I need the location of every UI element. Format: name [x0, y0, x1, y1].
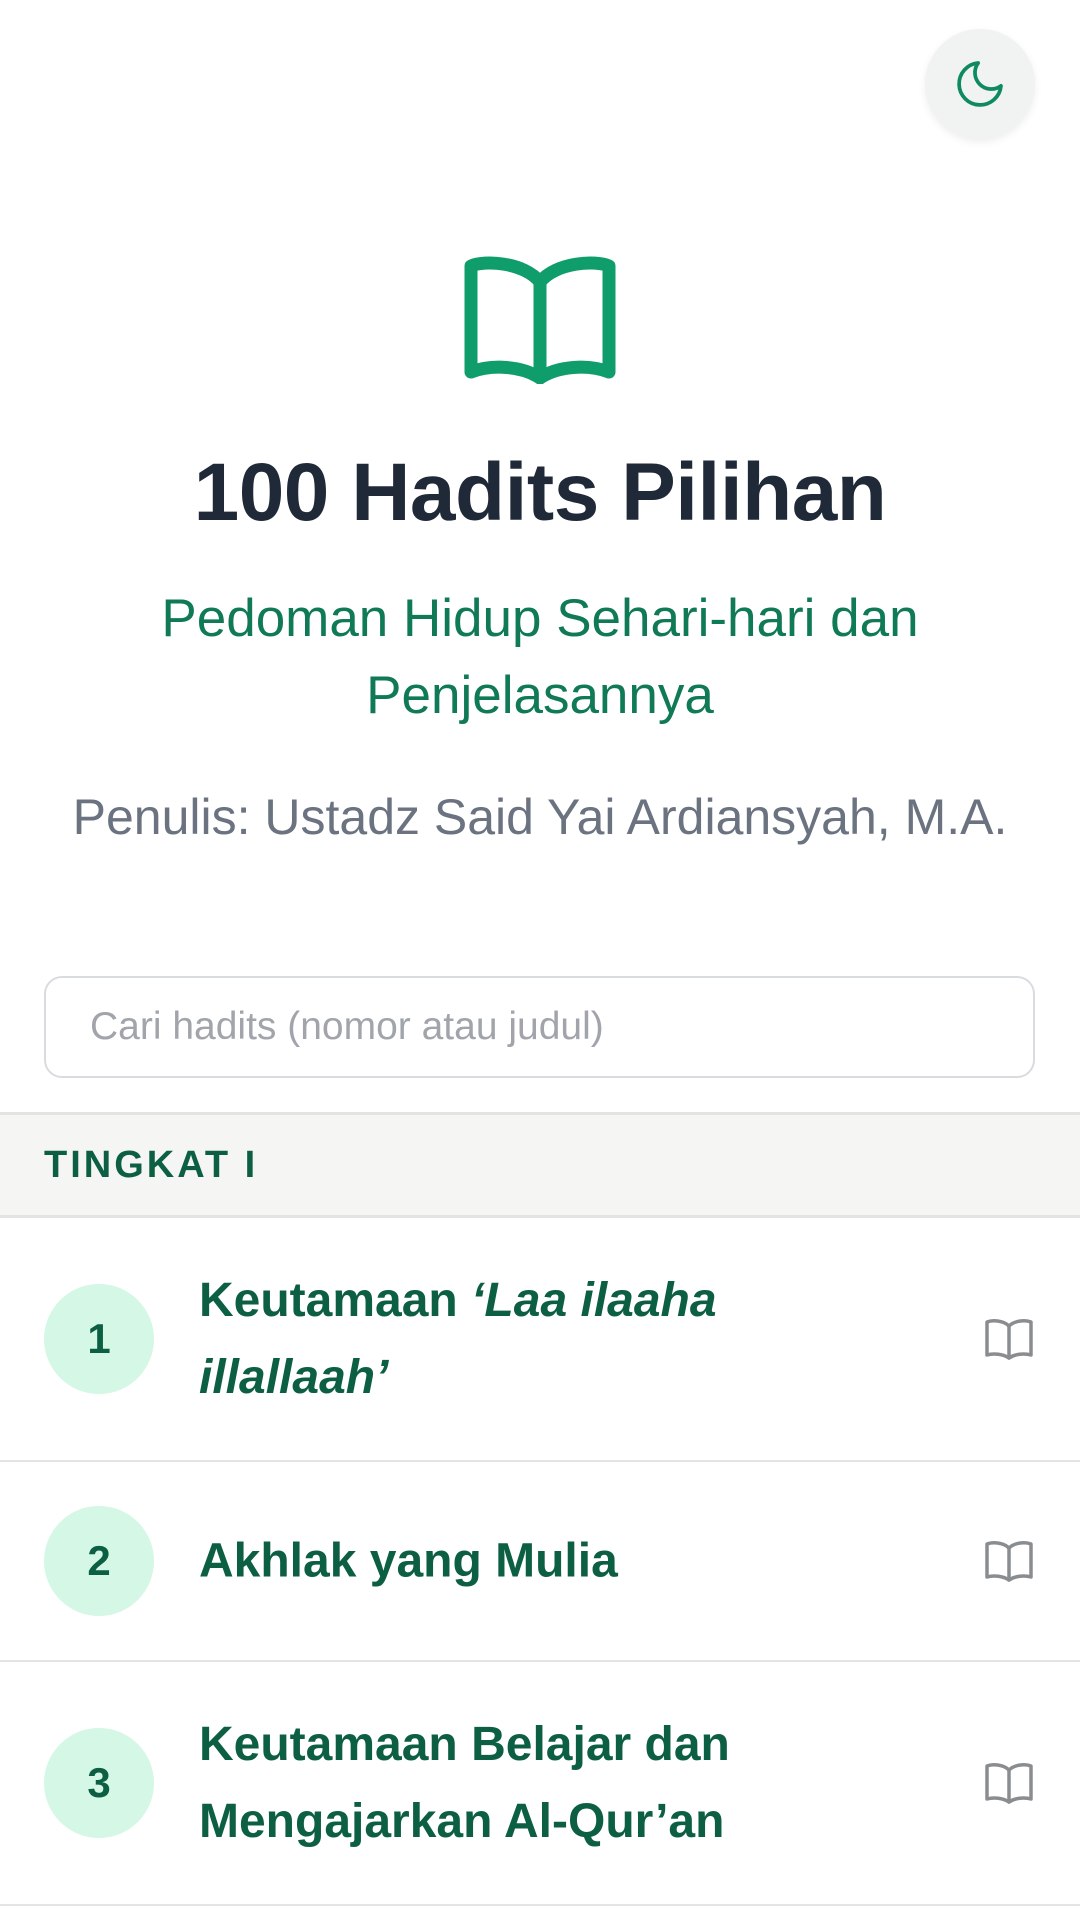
moon-icon [957, 61, 1003, 107]
hadith-title: Akhlak yang Mulia [199, 1534, 618, 1588]
theme-toggle-button[interactable] [925, 29, 1035, 139]
hadith-list-item[interactable]: 2 Akhlak yang Mulia [0, 1462, 1080, 1662]
hadith-title: Keutamaan ‘Laa ilaaha illallaah’ [199, 1262, 799, 1416]
book-open-icon [464, 256, 616, 384]
author-label: Penulis: Ustadz Said Yai Ardiansyah, M.A… [72, 789, 1008, 845]
hadith-number-badge: 1 [44, 1284, 154, 1394]
hadith-list-item[interactable]: 3 Keutamaan Belajar dan Mengajarkan Al-Q… [0, 1662, 1080, 1906]
hadith-number-badge: 2 [44, 1506, 154, 1616]
book-open-icon [985, 1319, 1033, 1360]
hadith-title: Keutamaan Belajar dan Mengajarkan Al-Qur… [199, 1718, 730, 1848]
hadith-number-badge: 3 [44, 1728, 154, 1838]
book-open-icon [985, 1541, 1033, 1582]
book-open-icon [985, 1763, 1033, 1804]
app-subtitle: Pedoman Hidup Sehari-hari dan Penjelasan… [161, 589, 919, 725]
hadith-list-item[interactable]: 1 Keutamaan ‘Laa ilaaha illallaah’ [0, 1218, 1080, 1462]
hadith-title-prefix: Keutamaan [199, 1274, 472, 1327]
hadith-list: 1 Keutamaan ‘Laa ilaaha illallaah’ 2 Akh… [0, 1218, 1080, 1906]
home-screen: 100 Hadits Pilihan Pedoman Hidup Sehari-… [0, 0, 1080, 1920]
search-input[interactable] [44, 976, 1035, 1078]
app-title: 100 Hadits Pilihan [193, 447, 887, 538]
section-header-tingkat-1: TINGKAT I [0, 1112, 1080, 1218]
